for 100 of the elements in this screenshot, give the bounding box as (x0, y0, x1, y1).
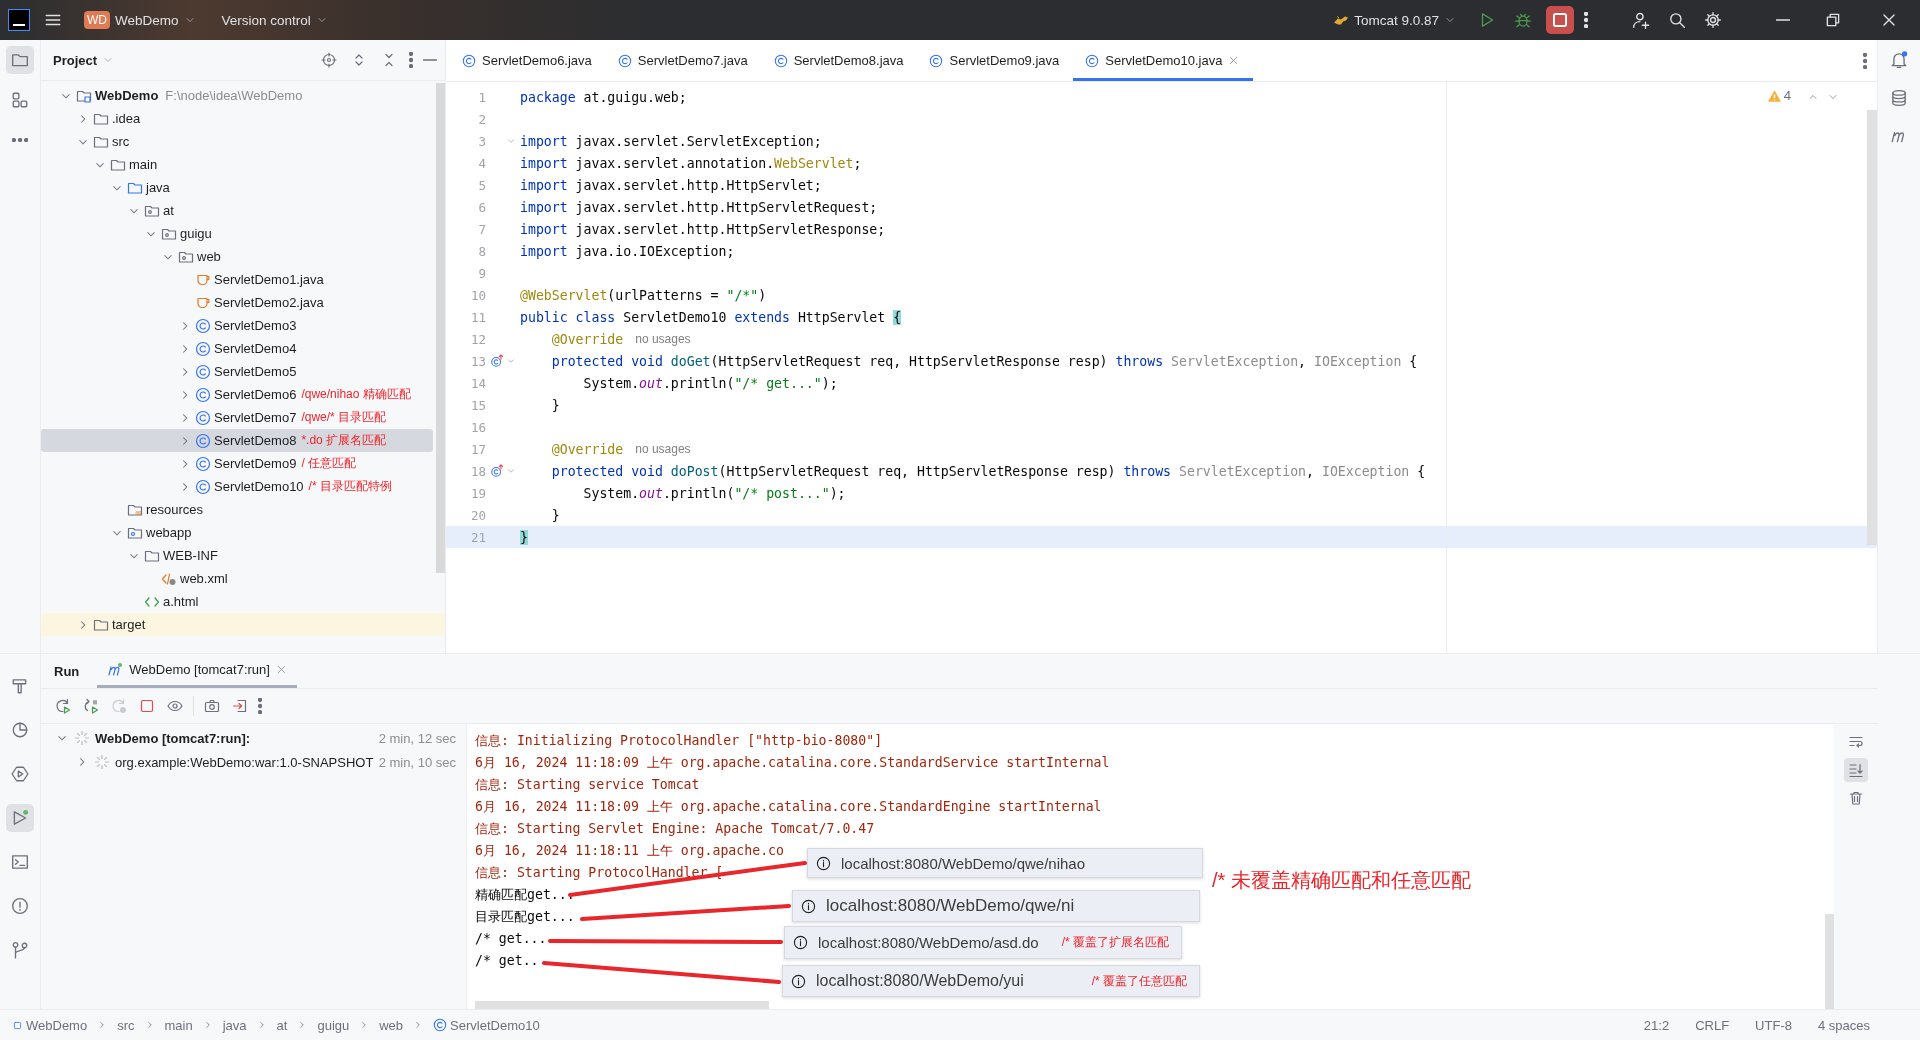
line-separator[interactable]: CRLF (1685, 1017, 1740, 1033)
line-number: 19 (469, 485, 486, 501)
class-icon (195, 478, 211, 495)
breadcrumb[interactable]: ServletDemo10 (433, 1017, 540, 1033)
tree-item[interactable]: webapp (41, 521, 433, 544)
indent-setting[interactable]: 4 spaces (1807, 1017, 1880, 1033)
annotation-text: /qwe/* 目录匹配 (301, 409, 387, 426)
stop-button[interactable] (1546, 6, 1574, 34)
scrollbar[interactable] (1867, 110, 1877, 545)
file-encoding[interactable]: UTF-8 (1745, 1017, 1802, 1033)
tree-item[interactable]: at (41, 199, 433, 222)
scrollbar[interactable] (436, 83, 445, 573)
code-line: import javax.servlet.http.HttpServletRequest; (519, 199, 878, 215)
locate-icon[interactable] (319, 50, 339, 70)
override-icon[interactable] (490, 464, 504, 478)
tree-item[interactable]: web (41, 245, 433, 268)
breadcrumb[interactable]: main (164, 1017, 193, 1033)
tree-item[interactable]: a.html (41, 590, 433, 613)
run-configuration[interactable]: Tomcat 9.0.87 (1325, 8, 1464, 32)
tree-item[interactable]: java (41, 176, 433, 199)
more-icon[interactable] (258, 698, 262, 714)
class-icon (462, 53, 476, 68)
breadcrumb[interactable]: src (117, 1017, 135, 1033)
tree-item[interactable]: main (41, 153, 433, 176)
warning-counter[interactable]: 4 (1767, 88, 1791, 103)
console-line: 6月 16, 2024 11:18:09 上午 org.apache.catalina.core.StandardEngine startInternal (475, 798, 1102, 816)
services-icon (11, 765, 29, 783)
tree-item[interactable]: resources (41, 498, 433, 521)
run-icon (11, 809, 29, 827)
rerun-disabled-icon (109, 696, 129, 716)
code-line: protected void doGet(HttpServletRequest req, HttpServletResponse resp) throws ServletException, IOException { (550, 353, 1418, 369)
run-tree-item[interactable]: org.example:WebDemo:war:1.0-SNAPSHOT 2 min, 10 sec (41, 750, 466, 774)
url-text: localhost:8080/WebDemo/yui (816, 972, 1025, 990)
tree-item[interactable]: ServletDemo10 /* 目录匹配特例 (41, 475, 433, 498)
tree-item[interactable]: ServletDemo4 (41, 337, 433, 360)
branch-icon (11, 941, 29, 959)
editor-tab[interactable]: ServletDemo9.java (917, 40, 1074, 81)
url-text: localhost:8080/WebDemo/asd.do (818, 934, 1040, 951)
run-tab[interactable]: WebDemo [tomcat7:run] (97, 654, 297, 688)
class-icon (929, 53, 944, 68)
class-icon (195, 455, 211, 472)
breadcrumb[interactable]: WebDemo (12, 1017, 88, 1033)
tree-item[interactable]: src (41, 130, 433, 153)
database-icon (1890, 89, 1908, 107)
run-tool-button[interactable] (6, 804, 34, 832)
run-tree-item[interactable]: WebDemo [tomcat7:run]: 2 min, 12 sec (41, 726, 466, 750)
breadcrumb[interactable]: guigu (317, 1017, 350, 1033)
scrollbar[interactable] (475, 1001, 769, 1009)
tree-item[interactable]: ServletDemo3 (41, 314, 433, 337)
scrollbar[interactable] (1825, 914, 1834, 1009)
tree-item[interactable]: WebDemo F:\node\idea\WebDemo (41, 84, 433, 107)
tree-item[interactable]: guigu (41, 222, 433, 245)
tree-item[interactable]: ServletDemo1.java (41, 268, 433, 291)
tree-item[interactable]: ServletDemo7 /qwe/* 目录匹配 (41, 406, 433, 429)
line-number: 10 (469, 287, 486, 303)
tree-item[interactable]: ServletDemo6 /qwe/nihao 精确匹配 (41, 383, 433, 406)
url-text: localhost:8080/WebDemo/qwe/nihao (841, 854, 1087, 872)
more-icon[interactable] (409, 52, 413, 68)
class-icon (617, 53, 632, 68)
editor-tab[interactable]: ServletDemo6.java (450, 40, 606, 81)
caret-position[interactable]: 21:2 (1633, 1017, 1680, 1033)
run-name: org.example:WebDemo:war:1.0-SNAPSHOT (115, 754, 374, 770)
code-line: import javax.servlet.annotation.WebServlet; (519, 155, 862, 171)
more-icon[interactable] (1584, 12, 1588, 28)
elapsed-time: 2 min, 10 sec (378, 754, 456, 770)
tree-item[interactable]: WEB-INF (41, 544, 433, 567)
more-icon[interactable] (1863, 52, 1867, 69)
annotation-text: *.do 扩展名匹配 (301, 432, 387, 449)
vcs-menu[interactable]: Version control (213, 8, 336, 32)
code-line: System.out.println("/* get..."); (582, 375, 838, 391)
rerun-icon[interactable] (53, 696, 73, 716)
tree-item[interactable]: .idea (41, 107, 433, 130)
tree-item[interactable]: ServletDemo9 / 任意匹配 (41, 452, 433, 475)
editor-tab[interactable]: ServletDemo8.java (761, 40, 918, 81)
project-switcher[interactable]: WD WebDemo (76, 7, 204, 33)
xml-file-icon (161, 570, 177, 587)
breadcrumb[interactable]: java (222, 1017, 247, 1033)
override-icon[interactable] (490, 354, 504, 368)
line-number: 11 (469, 309, 486, 325)
tree-item[interactable]: ServletDemo8 *.do 扩展名匹配 (41, 429, 433, 452)
breadcrumb[interactable]: at (276, 1017, 288, 1033)
tree-item[interactable]: web.xml (41, 567, 433, 590)
annotation-text: /* 覆盖了任意匹配 (1091, 972, 1187, 990)
editor-tab[interactable]: ServletDemo10.java (1073, 40, 1254, 81)
annotation-text: /* 未覆盖精确匹配和任意匹配 (1212, 868, 1471, 893)
line-number: 14 (469, 375, 486, 391)
line-number: 1 (477, 89, 486, 105)
line-number: 18 (469, 463, 486, 479)
tree-item[interactable]: ServletDemo5 (41, 360, 433, 383)
console-line: 信息: Starting service Tomcat (475, 776, 700, 794)
tree-item[interactable]: ServletDemo2.java (41, 291, 433, 314)
editor-tab[interactable]: ServletDemo7.java (605, 40, 762, 81)
code-line: import javax.servlet.http.HttpServlet; (519, 177, 822, 193)
breadcrumb[interactable]: web (379, 1017, 404, 1033)
code-line: System.out.println("/* post..."); (582, 485, 846, 501)
line-number: 7 (477, 221, 486, 237)
project-tool-button[interactable] (6, 46, 34, 74)
tree-item[interactable]: target (41, 613, 445, 636)
line-number: 6 (477, 199, 486, 215)
project-view-selector[interactable]: Project (53, 52, 115, 68)
